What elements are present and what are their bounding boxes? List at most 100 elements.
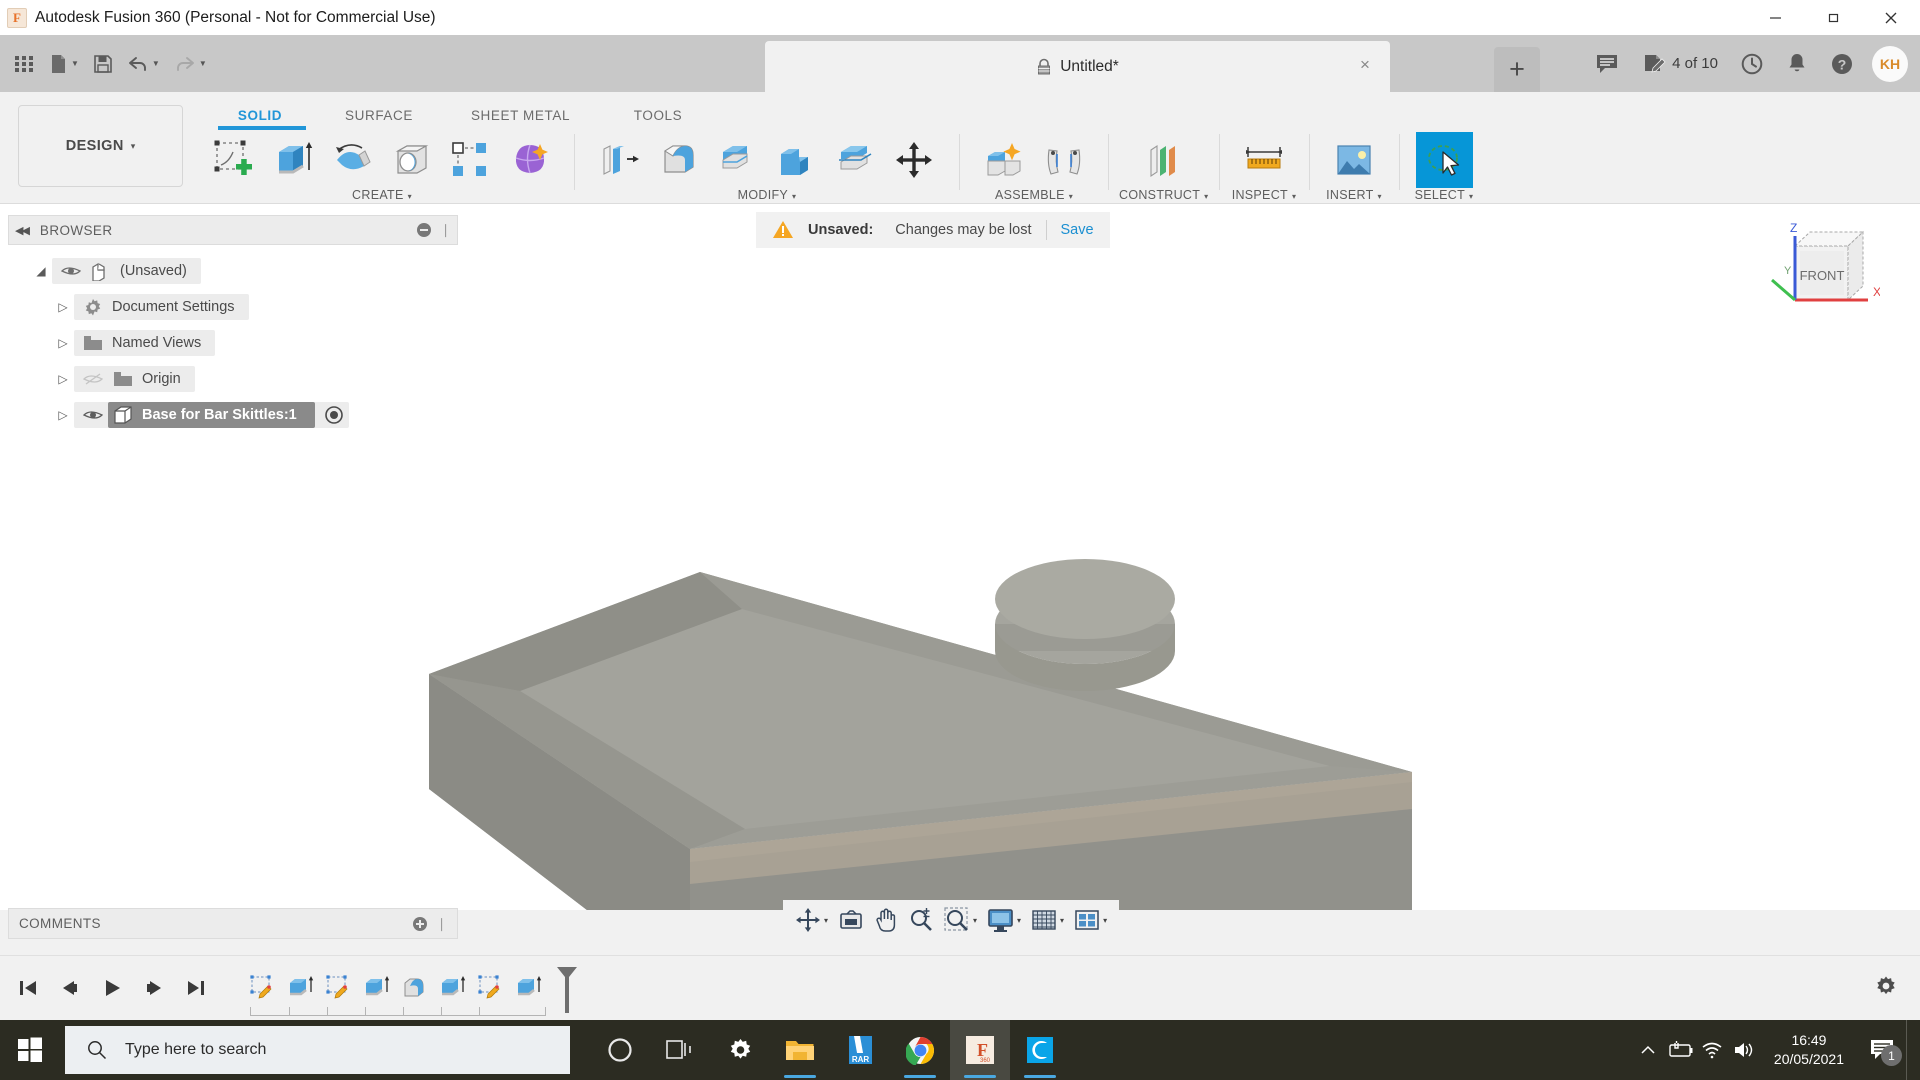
add-comment-icon[interactable] xyxy=(412,916,428,932)
timeline-playhead[interactable] xyxy=(554,965,580,1011)
chrome-icon[interactable] xyxy=(890,1020,950,1080)
maximize-button[interactable] xyxy=(1804,0,1862,35)
timeline-sketch-2[interactable] xyxy=(320,971,358,1005)
extrude-button[interactable] xyxy=(265,132,322,188)
file-explorer-icon[interactable] xyxy=(770,1020,830,1080)
tab-sheet-metal[interactable]: SHEET METAL xyxy=(443,102,598,129)
expand-triangle-icon[interactable]: ▷ xyxy=(52,336,74,350)
cortana-icon[interactable] xyxy=(590,1020,650,1080)
show-desktop-button[interactable] xyxy=(1906,1020,1914,1080)
expand-triangle-icon[interactable]: ▷ xyxy=(52,372,74,386)
wifi-icon[interactable] xyxy=(1696,1020,1728,1080)
timeline-sketch-3[interactable] xyxy=(472,971,510,1005)
start-button[interactable] xyxy=(0,1020,60,1080)
collapse-left-icon[interactable]: ◀◀ xyxy=(15,224,28,237)
move-copy-button[interactable] xyxy=(886,132,943,188)
go-to-beginning-button[interactable] xyxy=(14,974,42,1002)
cura-icon[interactable] xyxy=(1010,1020,1070,1080)
timeline-extrude-1[interactable] xyxy=(282,971,320,1005)
panel-label-inspect[interactable]: INSPECT▾ xyxy=(1232,188,1297,202)
file-menu-icon[interactable]: ▼ xyxy=(42,44,86,84)
panel-label-modify[interactable]: MODIFY▾ xyxy=(738,188,797,202)
viewports-icon[interactable]: ▾ xyxy=(1070,903,1111,937)
grid-snaps-icon[interactable]: ▾ xyxy=(1027,903,1068,937)
recent-history-icon[interactable] xyxy=(1731,44,1773,84)
expand-triangle-icon[interactable]: ◢ xyxy=(30,264,52,278)
component-activate-radio[interactable] xyxy=(323,404,345,426)
minimize-button[interactable] xyxy=(1746,0,1804,35)
document-tab-close-icon[interactable]: × xyxy=(1356,57,1374,75)
display-settings-icon[interactable]: ▾ xyxy=(983,903,1025,937)
document-tab[interactable]: Untitled* × xyxy=(765,41,1390,92)
press-pull-button[interactable] xyxy=(591,132,648,188)
panel-label-insert[interactable]: INSERT▾ xyxy=(1326,188,1382,202)
zoom-icon[interactable] xyxy=(904,903,938,937)
pattern-button[interactable] xyxy=(442,132,499,188)
new-document-tab-button[interactable]: + xyxy=(1494,47,1540,92)
tree-row-base-for-bar-skittles[interactable]: ▷ Base for Bar Skittles:1 xyxy=(8,397,458,433)
winrar-icon[interactable]: RAR xyxy=(830,1020,890,1080)
go-to-end-button[interactable] xyxy=(182,974,210,1002)
comments-resize-handle[interactable]: ❘ xyxy=(436,916,447,932)
panel-label-assemble[interactable]: ASSEMBLE▾ xyxy=(995,188,1073,202)
tree-row-origin[interactable]: ▷ Origin xyxy=(8,361,458,397)
minimize-panel-icon[interactable] xyxy=(416,222,432,238)
timeline-extrude-3[interactable] xyxy=(434,971,472,1005)
panel-label-select[interactable]: SELECT▾ xyxy=(1415,188,1474,202)
revolve-button[interactable] xyxy=(324,132,381,188)
timeline-extrude-4[interactable] xyxy=(510,971,548,1005)
bell-icon[interactable] xyxy=(1777,44,1817,84)
tab-solid[interactable]: SOLID xyxy=(205,102,315,129)
redo-icon[interactable]: ▼ xyxy=(167,44,214,84)
step-forward-button[interactable] xyxy=(140,974,168,1002)
close-button[interactable] xyxy=(1862,0,1920,35)
offset-plane-button[interactable] xyxy=(1135,132,1192,188)
select-tool-button[interactable] xyxy=(1416,132,1473,188)
timeline-settings-icon[interactable] xyxy=(1874,974,1898,1003)
viewcube[interactable]: FRONT X Z Y xyxy=(1760,218,1880,328)
tree-row-unsaved[interactable]: ◢ (Unsaved) xyxy=(8,253,458,289)
workspace-switcher[interactable]: DESIGN ▾ xyxy=(18,105,183,187)
visibility-eye-icon[interactable] xyxy=(56,264,86,278)
volume-icon[interactable] xyxy=(1728,1020,1760,1080)
shell-button[interactable] xyxy=(709,132,766,188)
visibility-eye-hidden-icon[interactable] xyxy=(78,372,108,386)
pan-icon[interactable] xyxy=(870,903,902,937)
undo-icon[interactable]: ▼ xyxy=(120,44,167,84)
tab-tools[interactable]: TOOLS xyxy=(598,102,718,129)
help-icon[interactable]: ? xyxy=(1821,44,1863,84)
show-hidden-icons[interactable] xyxy=(1632,1020,1664,1080)
insert-canvas-button[interactable] xyxy=(1326,132,1383,188)
sweep-button[interactable] xyxy=(383,132,440,188)
fusion360-taskbar-icon[interactable]: F360 xyxy=(950,1020,1010,1080)
save-link[interactable]: Save xyxy=(1061,222,1094,238)
fillet-button[interactable] xyxy=(650,132,707,188)
step-back-button[interactable] xyxy=(56,974,84,1002)
comments-icon[interactable] xyxy=(1586,44,1629,84)
split-body-button[interactable] xyxy=(827,132,884,188)
create-sketch-button[interactable] xyxy=(206,132,263,188)
tab-surface[interactable]: SURFACE xyxy=(315,102,443,129)
visibility-eye-icon[interactable] xyxy=(78,408,108,422)
play-button[interactable] xyxy=(98,974,126,1002)
panel-label-construct[interactable]: CONSTRUCT▾ xyxy=(1119,188,1209,202)
expand-triangle-icon[interactable]: ▷ xyxy=(52,408,74,422)
action-center-icon[interactable]: 1 xyxy=(1858,1020,1906,1080)
tree-row-document-settings[interactable]: ▷ Document Settings xyxy=(8,289,458,325)
tree-row-named-views[interactable]: ▷ Named Views xyxy=(8,325,458,361)
timeline-fillet-1[interactable] xyxy=(396,971,434,1005)
show-data-panel-icon[interactable] xyxy=(6,44,42,84)
browser-resize-handle[interactable]: ❘ xyxy=(440,222,451,238)
task-view-icon[interactable] xyxy=(650,1020,710,1080)
joint-button[interactable] xyxy=(1035,132,1092,188)
timeline-sketch-1[interactable] xyxy=(244,971,282,1005)
orbit-icon[interactable]: ▾ xyxy=(791,903,832,937)
panel-label-create[interactable]: CREATE▾ xyxy=(352,188,412,202)
combine-button[interactable] xyxy=(768,132,825,188)
comments-panel[interactable]: COMMENTS ❘ xyxy=(8,908,458,939)
expand-triangle-icon[interactable]: ▷ xyxy=(52,300,74,314)
save-icon[interactable] xyxy=(86,44,120,84)
battery-charging-icon[interactable] xyxy=(1664,1020,1696,1080)
avatar[interactable]: KH xyxy=(1872,46,1908,82)
create-form-button[interactable] xyxy=(501,132,558,188)
